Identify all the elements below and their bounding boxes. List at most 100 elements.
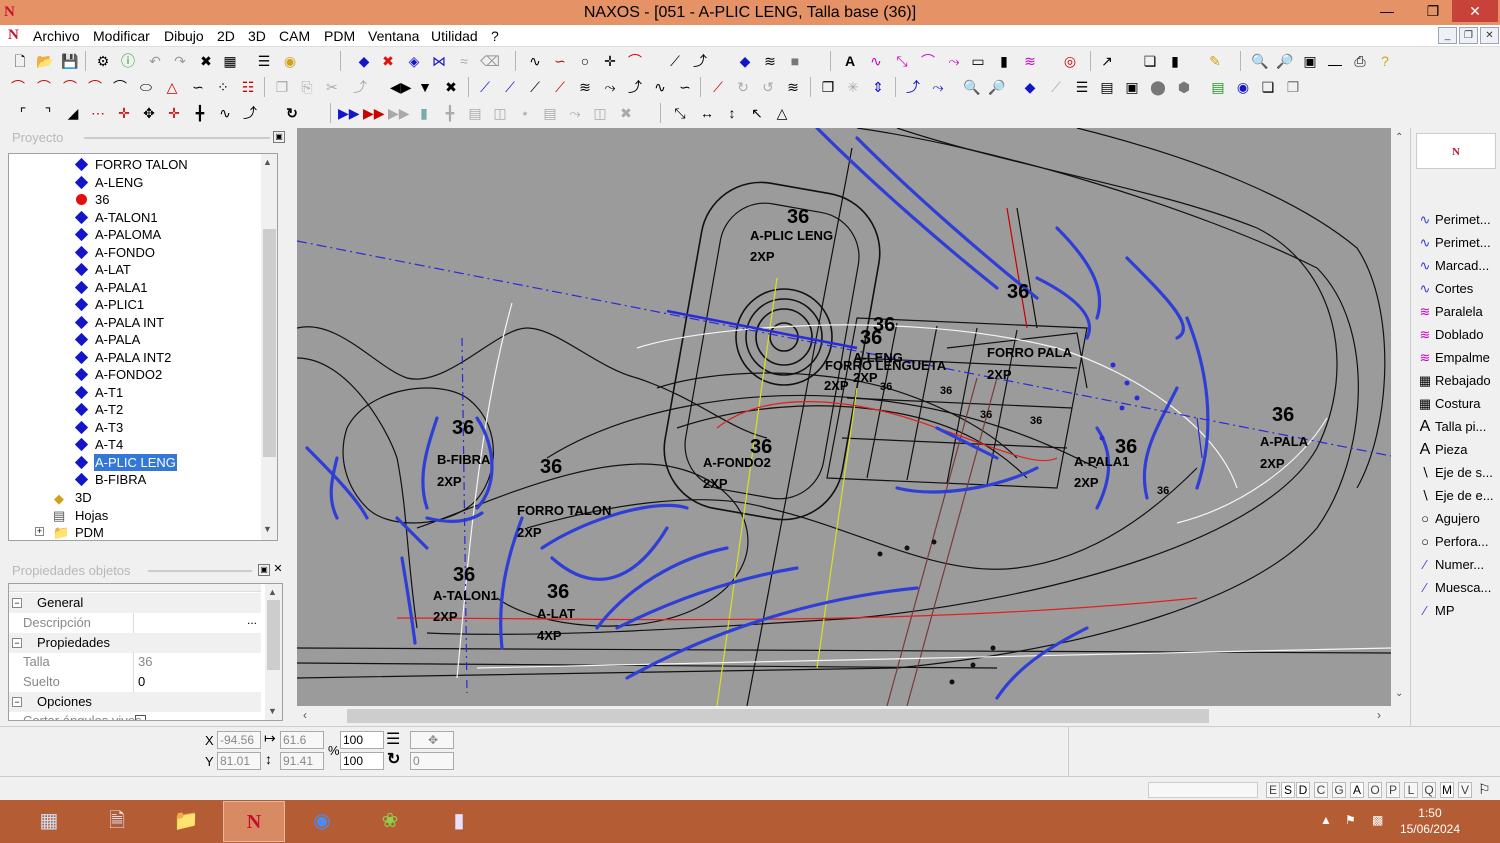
line-e-icon[interactable]: ≋ bbox=[575, 77, 595, 97]
tree-item[interactable]: A-PALOMA bbox=[95, 226, 161, 243]
tree-item[interactable]: A-LENG bbox=[95, 174, 143, 191]
y-field[interactable]: 81.01 bbox=[217, 752, 261, 770]
join-a-icon[interactable]: ⤴ bbox=[903, 77, 923, 97]
arc-icon[interactable]: ⌒ bbox=[8, 77, 28, 97]
mode-a[interactable]: A bbox=[1350, 782, 1364, 798]
search-icon[interactable]: ⚐ bbox=[1478, 781, 1491, 798]
rotate-icon[interactable]: ↻ bbox=[387, 749, 400, 769]
globe-icon[interactable]: ◉ bbox=[1233, 77, 1253, 97]
insert-icon[interactable]: ╋ bbox=[190, 103, 210, 123]
corner-a-icon[interactable]: ⌜ bbox=[13, 103, 33, 123]
node-b-icon[interactable]: ⟋ bbox=[1046, 77, 1066, 97]
line-f-icon[interactable]: ⤳ bbox=[600, 77, 620, 97]
tree-item[interactable]: A-T4 bbox=[95, 436, 123, 453]
menu-ventana[interactable]: Ventana bbox=[368, 28, 419, 44]
cylinder-icon[interactable]: ▮ bbox=[414, 103, 434, 123]
triangle-icon[interactable]: △ bbox=[162, 77, 182, 97]
mode-s[interactable]: S bbox=[1281, 782, 1295, 798]
rotate-a-icon[interactable]: ↻ bbox=[733, 77, 753, 97]
tree-item[interactable]: A-FONDO bbox=[95, 244, 155, 261]
tool-perimetro-1[interactable]: ∿ Perimet... bbox=[1415, 209, 1500, 231]
pin-icon[interactable]: ⟋ bbox=[708, 77, 728, 97]
calculator-app-icon[interactable]: ▦ bbox=[18, 801, 80, 842]
ellipsis-button[interactable]: ... bbox=[247, 610, 257, 630]
tool-paralela[interactable]: ≋ Paralela bbox=[1415, 301, 1500, 323]
tool-muesca[interactable]: ∕ Muesca... bbox=[1415, 577, 1500, 599]
line-i-icon[interactable]: ∽ bbox=[675, 77, 695, 97]
tool-pieza[interactable]: A Pieza bbox=[1415, 439, 1500, 461]
hscroll-thumb[interactable] bbox=[347, 709, 1209, 723]
wave-b-icon[interactable]: ∿ bbox=[215, 103, 235, 123]
image-icon[interactable]: ▤ bbox=[1208, 77, 1228, 97]
flip-h-icon[interactable]: ◀▶ bbox=[390, 77, 412, 97]
panel-pin-icon[interactable]: ▣ bbox=[273, 131, 285, 143]
zigzag-icon[interactable]: ≋ bbox=[760, 51, 780, 71]
fold-tool-icon[interactable]: ⤳ bbox=[944, 51, 964, 71]
documents-app-icon[interactable]: 🗎 bbox=[86, 801, 148, 842]
mirror-b-icon[interactable]: ⤴ bbox=[240, 103, 260, 123]
rotate-c-icon[interactable]: ≋ bbox=[783, 77, 803, 97]
wave-tool-icon[interactable]: ∿ bbox=[866, 51, 886, 71]
target-tool-icon[interactable]: ◎ bbox=[1060, 51, 1080, 71]
suelto-field[interactable]: 0 bbox=[133, 672, 261, 692]
close-button[interactable]: ✕ bbox=[1452, 0, 1498, 22]
explorer-app-icon[interactable]: 📁 bbox=[155, 801, 217, 842]
tree-item[interactable]: FORRO TALON bbox=[95, 156, 188, 173]
duplicate-icon[interactable]: ❐ bbox=[818, 77, 838, 97]
node-tool-icon[interactable]: ⤴ bbox=[690, 51, 710, 71]
redo-icon[interactable]: ↷ bbox=[170, 51, 190, 71]
split-g-icon[interactable]: ◫ bbox=[590, 103, 610, 123]
export-icon[interactable]: ↗ bbox=[1097, 51, 1117, 71]
minimize-button[interactable]: — bbox=[1370, 0, 1404, 22]
cut-icon[interactable]: ✂ bbox=[322, 77, 342, 97]
menu-archivo[interactable]: Archivo bbox=[33, 28, 80, 44]
line-a-icon[interactable]: ⟋ bbox=[475, 77, 495, 97]
shape-b-icon[interactable]: ⬢ bbox=[1174, 77, 1194, 97]
arc4-icon[interactable]: ⌒ bbox=[85, 77, 105, 97]
dots-icon[interactable]: ⁘ bbox=[213, 77, 233, 97]
arrows-icon[interactable]: ⇕ bbox=[868, 77, 888, 97]
measure-c-icon[interactable]: ↕ bbox=[722, 103, 742, 123]
paste-icon[interactable]: ⎘ bbox=[297, 77, 317, 97]
properties-icon[interactable]: ▦ bbox=[220, 51, 240, 71]
mdi-restore-button[interactable]: ❐ bbox=[1459, 27, 1478, 44]
corner-b-icon[interactable]: ⌝ bbox=[38, 103, 58, 123]
drawing-canvas[interactable]: 36 A-PLIC LENG 2XP 36 36 36 A-LENG 2XP F… bbox=[297, 128, 1391, 706]
leaf-app-icon[interactable]: ❀ bbox=[359, 801, 421, 842]
menu-utilidad[interactable]: Utilidad bbox=[431, 28, 478, 44]
magnify-a-icon[interactable]: 🔍 bbox=[962, 77, 982, 97]
width-field[interactable]: 61.6 bbox=[280, 731, 324, 749]
paint-icon[interactable]: ◉ bbox=[280, 51, 300, 71]
layout-icon[interactable]: ❏ bbox=[1140, 51, 1160, 71]
line-b-icon[interactable]: ⟋ bbox=[500, 77, 520, 97]
drill-tool-icon[interactable]: ▮ bbox=[994, 51, 1014, 71]
scale-y-field[interactable]: 100 bbox=[340, 752, 384, 770]
remove-piece-icon[interactable]: ✖ bbox=[378, 51, 398, 71]
corner-c-icon[interactable]: ◢ bbox=[63, 103, 83, 123]
mode-d[interactable]: D bbox=[1296, 782, 1310, 798]
arrow-pair-gray-icon[interactable]: ▶▶ bbox=[388, 103, 410, 123]
zoom-out-icon[interactable]: 🔎 bbox=[1275, 51, 1295, 71]
save-icon[interactable]: 💾 bbox=[60, 51, 80, 71]
tree-item[interactable]: A-PLIC1 bbox=[95, 296, 144, 313]
point-add-icon[interactable]: ◆ bbox=[735, 51, 755, 71]
shape-a-icon[interactable]: ⬤ bbox=[1148, 77, 1168, 97]
grade-icon[interactable]: ≈ bbox=[454, 51, 474, 71]
select-icon[interactable]: ◆ bbox=[354, 51, 374, 71]
mode-c[interactable]: C bbox=[1314, 782, 1328, 798]
mdi-close-button[interactable]: ✕ bbox=[1480, 27, 1499, 44]
eraser-icon[interactable]: ⌫ bbox=[480, 51, 500, 71]
tree-item[interactable]: A-PALA INT2 bbox=[95, 349, 171, 366]
align-icon[interactable]: ☰ bbox=[1072, 77, 1092, 97]
descripcion-field[interactable]: ... bbox=[133, 613, 261, 633]
menu-dibujo[interactable]: Dibujo bbox=[164, 28, 204, 44]
explode-icon[interactable]: ✳ bbox=[843, 77, 863, 97]
tool-mp[interactable]: ∕ MP bbox=[1415, 600, 1500, 622]
join-b-icon[interactable]: ⤳ bbox=[928, 77, 948, 97]
dash-icon[interactable]: ⋯ bbox=[88, 103, 108, 123]
seam-tool-icon[interactable]: ⌒ bbox=[918, 51, 938, 71]
mode-o[interactable]: O bbox=[1368, 782, 1382, 798]
props-scrollbar[interactable]: ▲ ▼ bbox=[265, 584, 282, 720]
tree-item[interactable]: 36 bbox=[95, 191, 109, 208]
rotate-b-icon[interactable]: ↺ bbox=[758, 77, 778, 97]
